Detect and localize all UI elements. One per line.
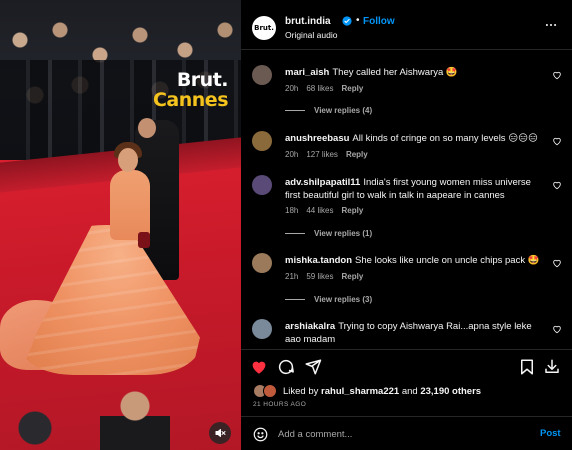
view-replies-label: View replies (1)	[314, 229, 373, 238]
view-replies-button[interactable]: View replies (3)	[285, 295, 372, 304]
header-separator: •	[356, 15, 360, 26]
comment-text: All kinds of cringe on so many levels 😑😑…	[352, 133, 538, 144]
heart-outline-icon[interactable]	[552, 180, 562, 190]
comment-meta: 21h 59 likes Reply	[285, 272, 371, 281]
post-header: Brut. brut.india • Follow Original audio	[241, 0, 572, 50]
mute-button[interactable]	[209, 422, 231, 444]
comment-text: They called her Aishwarya 🤩	[332, 67, 458, 78]
comment-body: anushreebasu All kinds of cringe on so ma…	[285, 132, 543, 145]
follow-button[interactable]: Follow	[363, 16, 395, 27]
download-icon[interactable]	[543, 358, 561, 376]
comment-body: mishka.tandon She looks like uncle on unc…	[285, 254, 543, 267]
comments-list[interactable]: mari_aish They called her Aishwarya 🤩 20h…	[241, 51, 572, 348]
heart-filled-icon[interactable]	[250, 358, 268, 376]
liker-avatar	[263, 384, 277, 398]
brand-name: Brut.	[176, 69, 229, 91]
reply-button[interactable]: Reply	[346, 150, 368, 159]
figure-head	[118, 148, 138, 172]
heart-outline-icon[interactable]	[552, 258, 562, 268]
audio-link[interactable]: Original audio	[285, 30, 337, 40]
escort-head	[138, 118, 156, 138]
post-timestamp[interactable]: 21 HOURS AGO	[253, 401, 306, 408]
view-replies-button[interactable]: View replies (4)	[285, 106, 372, 115]
comment-likes[interactable]: 59 likes	[306, 272, 333, 281]
verified-badge-icon	[342, 16, 352, 26]
liker-avatars	[253, 384, 279, 398]
add-comment-input[interactable]	[278, 426, 528, 442]
media-scene	[0, 0, 241, 450]
comment-time: 20h	[285, 84, 299, 93]
comment-meta: 20h 127 likes Reply	[285, 150, 376, 159]
account-username[interactable]: brut.india	[285, 16, 331, 27]
photographer-foreground	[100, 388, 170, 450]
likes-summary: Liked by rahul_sharma221 and 23,190 othe…	[241, 384, 572, 400]
brand-subtitle: Cannes	[152, 89, 229, 111]
comment-avatar[interactable]	[252, 319, 272, 339]
comment-avatar[interactable]	[252, 131, 272, 151]
heart-outline-icon[interactable]	[552, 70, 562, 80]
likes-prefix: Liked by	[283, 386, 319, 397]
view-replies-label: View replies (3)	[314, 295, 373, 304]
comment-username[interactable]: arshiakalra	[285, 321, 335, 332]
account-avatar[interactable]: Brut.	[252, 16, 276, 40]
comment-avatar[interactable]	[252, 65, 272, 85]
view-replies-label: View replies (4)	[314, 106, 373, 115]
replies-line	[285, 299, 305, 301]
add-comment-bar: Post	[241, 416, 572, 450]
comment-meta: 18h 44 likes Reply	[285, 206, 371, 215]
heart-outline-icon[interactable]	[552, 324, 562, 334]
likes-text: Liked by rahul_sharma221 and 23,190 othe…	[283, 386, 481, 397]
comment-meta: 20h 68 likes Reply	[285, 84, 371, 93]
comment-username[interactable]: adv.shilpapatil11	[285, 177, 360, 188]
likes-user[interactable]: rahul_sharma221	[321, 386, 399, 397]
post-comment-button[interactable]: Post	[540, 428, 561, 439]
comment-icon[interactable]	[277, 358, 295, 376]
comment-avatar[interactable]	[252, 175, 272, 195]
comment-avatar[interactable]	[252, 253, 272, 273]
reply-button[interactable]: Reply	[341, 206, 363, 215]
comment-username[interactable]: mishka.tandon	[285, 255, 352, 266]
more-horizontal-icon[interactable]	[544, 18, 558, 32]
comment-body: arshiakalra Trying to copy Aishwarya Rai.…	[285, 320, 543, 346]
share-icon[interactable]	[304, 358, 322, 376]
comment-body: adv.shilpapatil11 India's first young wom…	[285, 176, 543, 202]
comment-body: mari_aish They called her Aishwarya 🤩	[285, 66, 543, 79]
reply-button[interactable]: Reply	[341, 84, 363, 93]
speaker-muted-icon	[215, 429, 226, 437]
gown-bodice	[110, 170, 150, 240]
comment-username[interactable]: anushreebasu	[285, 133, 349, 144]
post-panel: Brut. brut.india • Follow Original audio…	[241, 0, 572, 450]
replies-line	[285, 233, 305, 235]
comment-text: She looks like uncle on uncle chips pack…	[355, 255, 540, 266]
post-actions	[241, 349, 572, 383]
likes-middle: and	[401, 386, 418, 397]
bookmark-icon[interactable]	[518, 358, 536, 376]
post-media[interactable]: Brut. Cannes	[0, 0, 241, 450]
comment-username[interactable]: mari_aish	[285, 67, 329, 78]
reply-button[interactable]: Reply	[341, 272, 363, 281]
replies-line	[285, 110, 305, 112]
clutch-bag	[138, 232, 150, 248]
comment-time: 20h	[285, 150, 299, 159]
comment-likes[interactable]: 68 likes	[306, 84, 333, 93]
comment-likes[interactable]: 127 likes	[306, 150, 338, 159]
brut-logo: Brut. Cannes	[140, 69, 229, 111]
view-replies-button[interactable]: View replies (1)	[285, 229, 372, 238]
comment-likes[interactable]: 44 likes	[306, 206, 333, 215]
comment-time: 18h	[285, 206, 299, 215]
smiley-icon[interactable]	[253, 427, 268, 442]
likes-others[interactable]: 23,190 others	[420, 386, 481, 397]
heart-outline-icon[interactable]	[552, 136, 562, 146]
photographer-foreground-2	[10, 410, 60, 450]
comment-time: 21h	[285, 272, 299, 281]
